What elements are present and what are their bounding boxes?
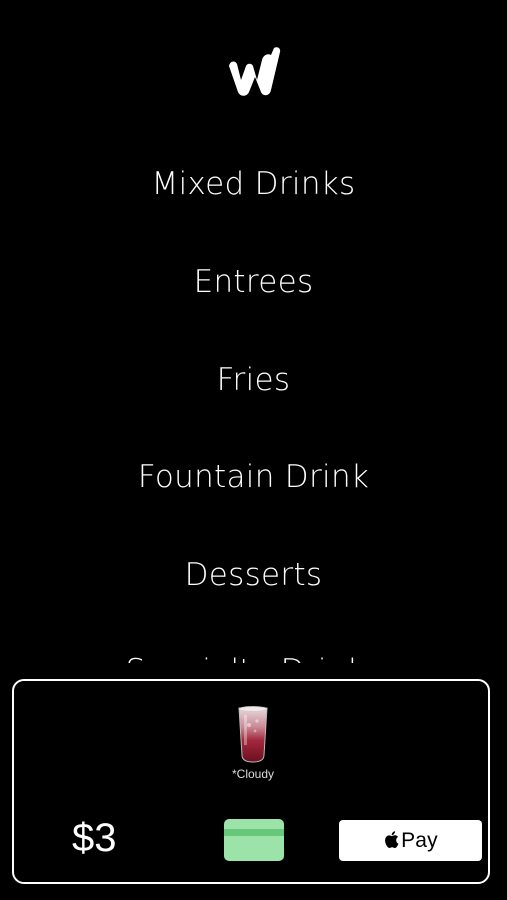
menu-item-specialty-drinks[interactable]: Specialty Drinks xyxy=(0,651,507,663)
cart-item-label: *Cloudy xyxy=(231,767,275,781)
credit-card-button[interactable] xyxy=(224,819,284,861)
menu-item-entrees[interactable]: Entrees xyxy=(0,262,507,302)
cart-panel: *Cloudy $3 Pay xyxy=(12,679,490,884)
menu-list: Mixed Drinks Entrees Fries Fountain Drin… xyxy=(0,0,507,663)
apple-pay-button[interactable]: Pay xyxy=(339,820,482,861)
apple-icon xyxy=(385,831,399,848)
apple-pay-label: Pay xyxy=(401,828,438,852)
menu-item-fries[interactable]: Fries xyxy=(0,360,507,400)
cart-item[interactable]: *Cloudy xyxy=(219,705,287,781)
drink-cup-icon xyxy=(238,706,268,763)
menu-item-mixed-drinks[interactable]: Mixed Drinks xyxy=(0,164,507,204)
credit-card-icon xyxy=(224,829,284,836)
menu-item-fountain-drink[interactable]: Fountain Drink xyxy=(0,457,507,497)
menu-item-desserts[interactable]: Desserts xyxy=(0,555,507,595)
cart-total: $3 xyxy=(72,816,117,860)
